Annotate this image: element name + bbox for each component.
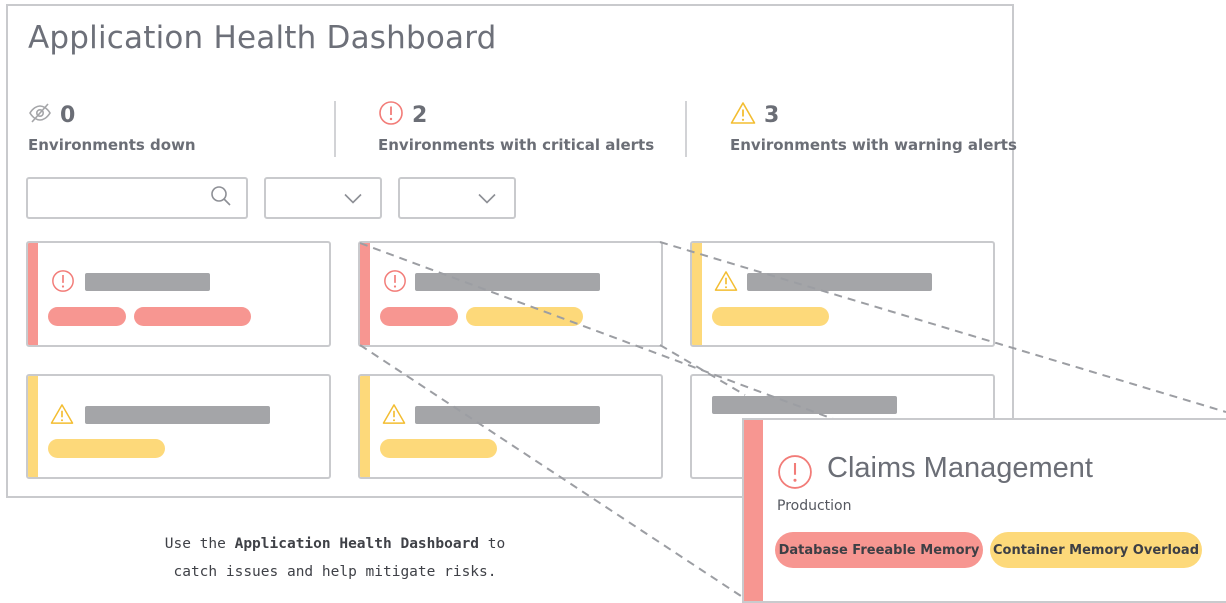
caption-emphasis: Application Health Dashboard bbox=[234, 536, 480, 552]
critical-alert-icon bbox=[777, 454, 813, 494]
alert-tag-warning[interactable]: Container Memory Overload bbox=[990, 532, 1202, 568]
caption-line-2: catch issues and help mitigate risks. bbox=[173, 564, 497, 580]
caption: Use the Application Health Dashboard to … bbox=[120, 530, 550, 586]
status-accent bbox=[744, 420, 763, 601]
app-name: Claims Management bbox=[827, 452, 1093, 484]
alert-tag-critical[interactable]: Database Freeable Memory bbox=[775, 532, 983, 568]
caption-text: Use the bbox=[164, 536, 226, 552]
environment-label: Production bbox=[777, 498, 852, 514]
caption-text: to bbox=[487, 536, 506, 552]
caption-line-1: Use the Application Health Dashboard to bbox=[120, 530, 550, 558]
environment-detail-card[interactable]: Claims Management Production Database Fr… bbox=[742, 418, 1226, 603]
